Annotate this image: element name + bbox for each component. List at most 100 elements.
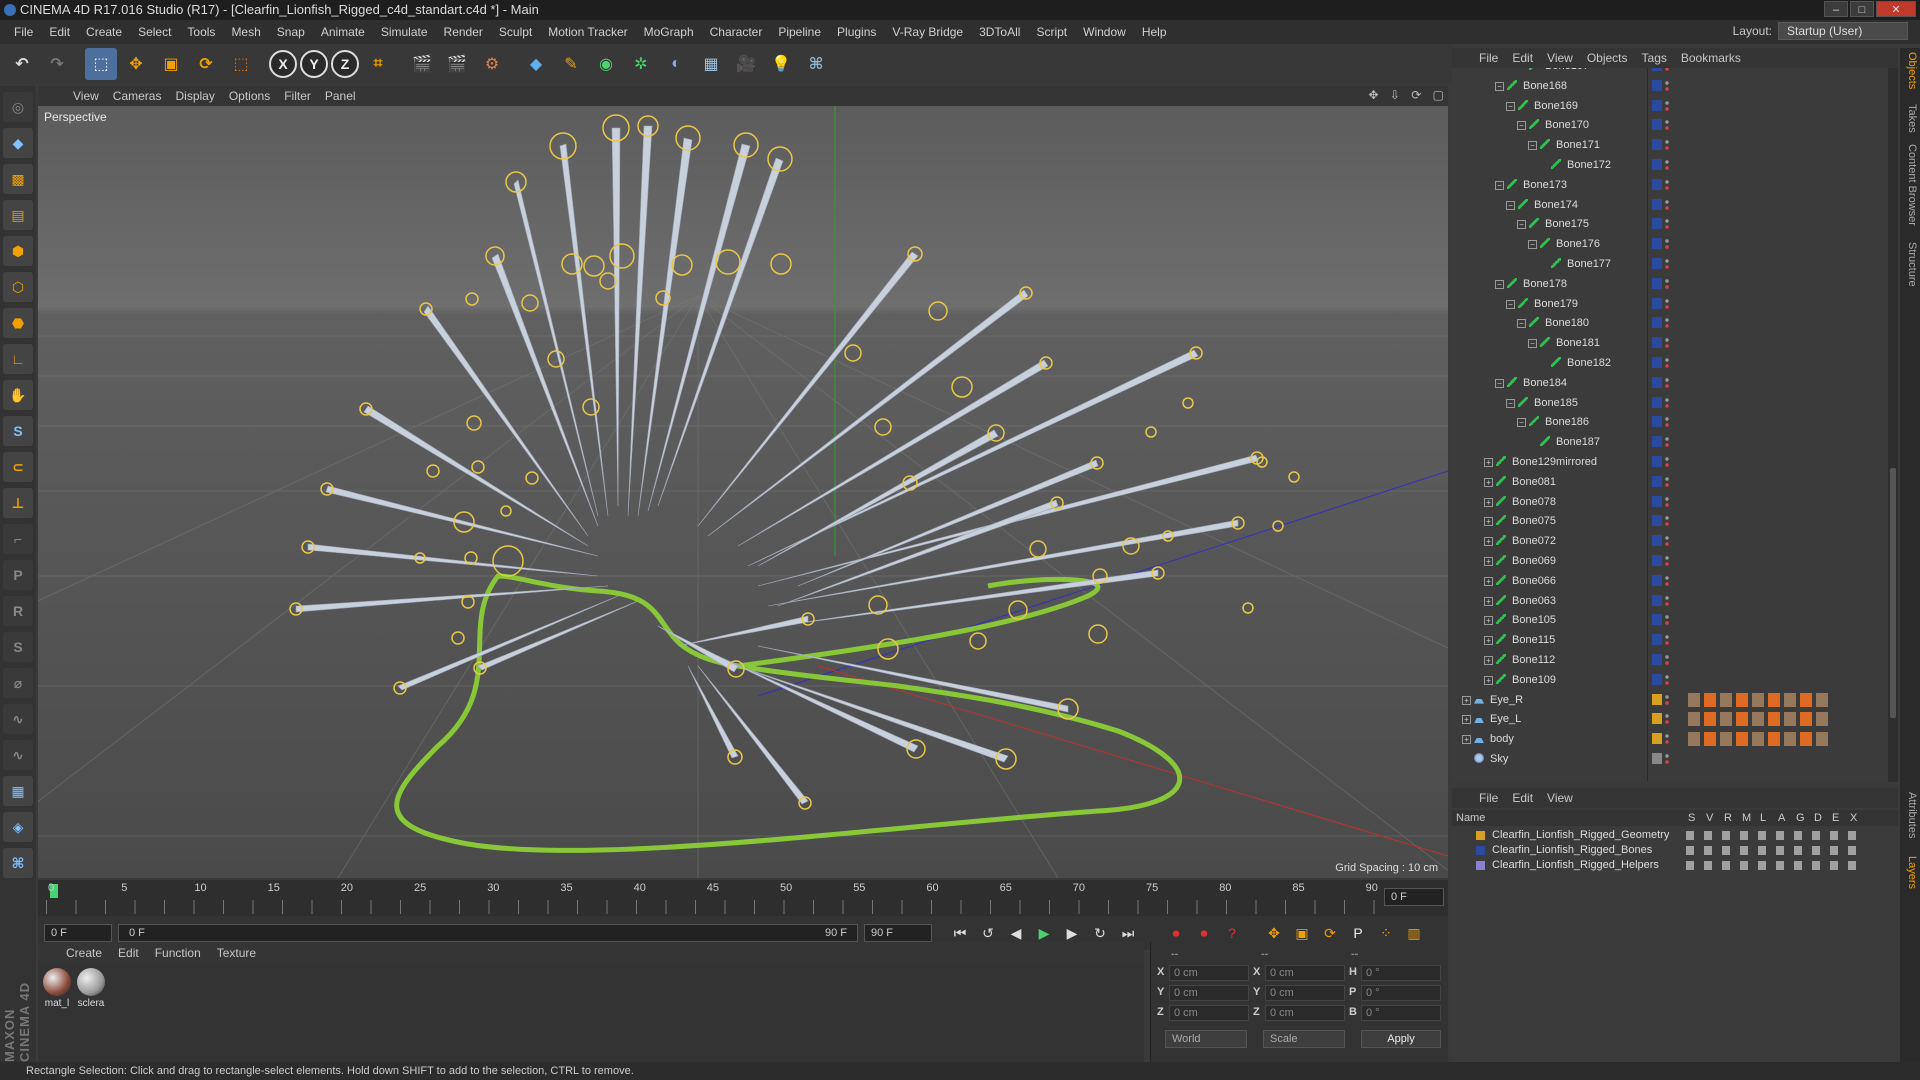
- close-icon[interactable]: ✕: [1876, 1, 1916, 17]
- cube-icon[interactable]: ◆: [520, 48, 552, 80]
- start-frame-field[interactable]: 0 F: [44, 924, 112, 942]
- layer-color-swatch[interactable]: [1652, 574, 1662, 586]
- object-row[interactable]: Sky: [1452, 749, 1888, 769]
- bone-tool-icon[interactable]: R: [3, 596, 33, 626]
- visibility-toggle[interactable]: [1665, 78, 1669, 93]
- coords-value-field[interactable]: 0 cm: [1265, 1005, 1345, 1021]
- layer-color-swatch[interactable]: [1652, 713, 1662, 725]
- menu-animate[interactable]: Animate: [313, 25, 373, 39]
- object-menu-objects[interactable]: Objects: [1580, 51, 1635, 65]
- menu-render[interactable]: Render: [436, 25, 491, 39]
- collapse-icon[interactable]: −: [1506, 398, 1515, 408]
- layer-color-swatch[interactable]: [1652, 693, 1662, 705]
- object-row[interactable]: + Bone075: [1452, 511, 1888, 531]
- object-row[interactable]: Bone167: [1452, 68, 1888, 76]
- object-menu-edit[interactable]: Edit: [1505, 51, 1540, 65]
- visibility-toggle[interactable]: [1665, 613, 1669, 628]
- visibility-toggle[interactable]: [1665, 276, 1669, 291]
- material-swatch[interactable]: sclera: [76, 968, 106, 1009]
- object-row[interactable]: − Bone186: [1452, 412, 1888, 432]
- collapse-icon[interactable]: −: [1506, 101, 1515, 111]
- coords-value-field[interactable]: 0 cm: [1169, 985, 1249, 1001]
- object-row[interactable]: − Bone173: [1452, 175, 1888, 195]
- paint-tool-icon[interactable]: ∿: [3, 740, 33, 770]
- object-row[interactable]: + Bone081: [1452, 472, 1888, 492]
- object-row[interactable]: − Bone179: [1452, 294, 1888, 314]
- layer-color-swatch[interactable]: [1652, 515, 1662, 527]
- python-script-icon[interactable]: ⌘: [3, 848, 33, 878]
- collapse-icon[interactable]: −: [1517, 220, 1526, 230]
- make-editable-icon[interactable]: ◎: [3, 92, 33, 122]
- collapse-icon[interactable]: −: [1517, 418, 1526, 428]
- pen-spline-icon[interactable]: ✎: [555, 48, 587, 80]
- visibility-toggle[interactable]: [1665, 316, 1669, 331]
- coords-value-field[interactable]: 0 °: [1361, 1005, 1441, 1021]
- scale-icon[interactable]: ▣: [155, 48, 187, 80]
- menu-snap[interactable]: Snap: [269, 25, 313, 39]
- menu-pipeline[interactable]: Pipeline: [770, 25, 829, 39]
- object-row[interactable]: − Bone168: [1452, 76, 1888, 96]
- expand-icon[interactable]: +: [1462, 715, 1471, 725]
- object-row[interactable]: + Bone112: [1452, 650, 1888, 670]
- object-menu-file[interactable]: File: [1472, 51, 1505, 65]
- visibility-toggle[interactable]: [1665, 534, 1669, 549]
- end-frame-field[interactable]: 90 F: [864, 924, 932, 942]
- collapse-icon[interactable]: −: [1495, 279, 1504, 289]
- menu-script[interactable]: Script: [1028, 25, 1075, 39]
- visibility-toggle[interactable]: [1665, 217, 1669, 232]
- menu-3dtoall[interactable]: 3DToAll: [971, 25, 1028, 39]
- expand-icon[interactable]: +: [1484, 497, 1493, 507]
- visibility-toggle[interactable]: [1665, 712, 1669, 727]
- x-axis-lock-button[interactable]: X: [269, 50, 297, 78]
- expand-icon[interactable]: +: [1484, 537, 1493, 547]
- object-manager-scrollbar[interactable]: [1888, 68, 1898, 782]
- layer-color-swatch[interactable]: [1476, 846, 1485, 855]
- visibility-toggle[interactable]: [1665, 197, 1669, 212]
- layer-color-swatch[interactable]: [1652, 733, 1662, 745]
- visibility-toggle[interactable]: [1665, 415, 1669, 430]
- menu-tools[interactable]: Tools: [179, 25, 223, 39]
- snap-icon[interactable]: S: [3, 416, 33, 446]
- layer-color-swatch[interactable]: [1652, 68, 1662, 71]
- layer-color-swatch[interactable]: [1652, 99, 1662, 111]
- object-row[interactable]: + Bone063: [1452, 591, 1888, 611]
- expand-icon[interactable]: +: [1484, 596, 1493, 606]
- viewport-navigation-icons[interactable]: ✥ ⇩ ⟳ ▢: [1368, 88, 1448, 102]
- viewport-menu-panel[interactable]: Panel: [318, 89, 363, 103]
- visibility-toggle[interactable]: [1665, 177, 1669, 192]
- layer-color-swatch[interactable]: [1652, 673, 1662, 685]
- visibility-toggle[interactable]: [1665, 494, 1669, 509]
- coords-value-field[interactable]: 0 °: [1361, 985, 1441, 1001]
- menu-mograph[interactable]: MoGraph: [636, 25, 702, 39]
- object-row[interactable]: + Bone066: [1452, 571, 1888, 591]
- timeline-ruler[interactable]: 0 F 0 5 10 15 20 25 30 35 40 45 50 55 60 65 70 75 80 85 90: [38, 880, 1448, 916]
- visibility-toggle[interactable]: [1665, 118, 1669, 133]
- object-row[interactable]: + Bone078: [1452, 492, 1888, 512]
- object-row[interactable]: − Bone169: [1452, 96, 1888, 116]
- visibility-toggle[interactable]: [1665, 375, 1669, 390]
- layout-dropdown[interactable]: Startup (User): [1778, 22, 1908, 40]
- layer-color-swatch[interactable]: [1652, 218, 1662, 230]
- visibility-toggle[interactable]: [1665, 435, 1669, 450]
- side-tab-content-browser[interactable]: Content Browser: [1902, 144, 1918, 226]
- menu-create[interactable]: Create: [78, 25, 130, 39]
- side-tab-takes[interactable]: Takes: [1902, 104, 1918, 133]
- layer-menu-file[interactable]: File: [1472, 791, 1505, 805]
- layer-color-swatch[interactable]: [1652, 654, 1662, 665]
- menu-mesh[interactable]: Mesh: [223, 25, 268, 39]
- undo-icon[interactable]: ↶: [6, 48, 38, 80]
- layer-color-swatch[interactable]: [1652, 555, 1662, 566]
- object-row[interactable]: + body: [1452, 729, 1888, 749]
- maximize-icon[interactable]: □: [1850, 1, 1874, 17]
- layer-color-swatch[interactable]: [1652, 238, 1662, 250]
- visibility-toggle[interactable]: [1665, 474, 1669, 489]
- layer-color-swatch[interactable]: [1652, 416, 1662, 428]
- grid-snap-icon[interactable]: ▦: [3, 776, 33, 806]
- menu-file[interactable]: File: [6, 25, 41, 39]
- coords-value-field[interactable]: 0 cm: [1169, 965, 1249, 981]
- coords-value-field[interactable]: 0 cm: [1265, 985, 1345, 1001]
- coords-value-field[interactable]: 0 cm: [1169, 1005, 1249, 1021]
- object-row[interactable]: + Eye_L: [1452, 709, 1888, 729]
- layer-color-swatch[interactable]: [1652, 376, 1662, 388]
- visibility-toggle[interactable]: [1665, 237, 1669, 252]
